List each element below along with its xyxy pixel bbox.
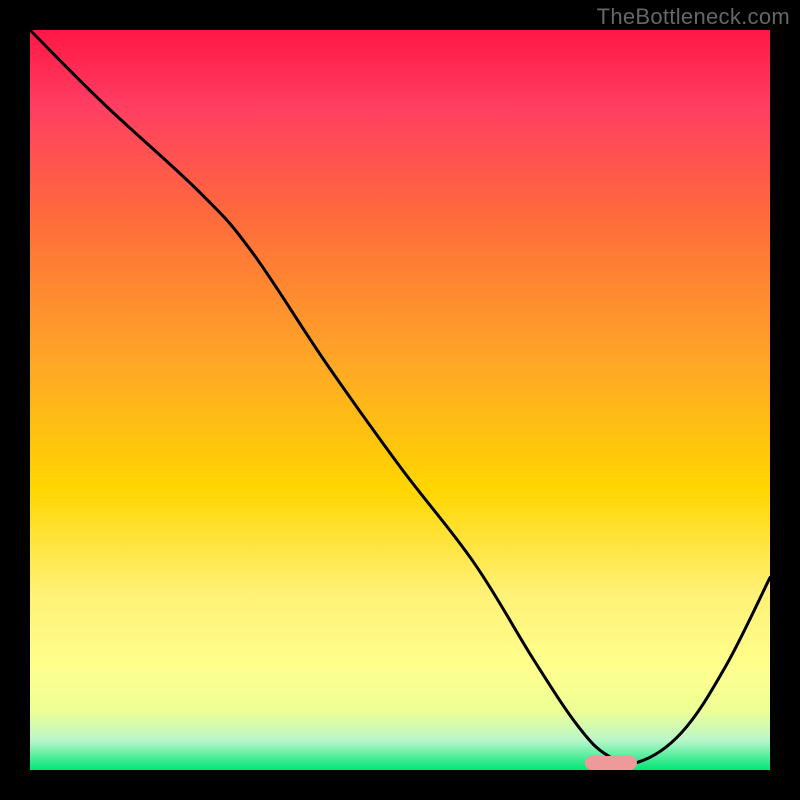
chart-container: TheBottleneck.com (0, 0, 800, 800)
plot-area (30, 30, 770, 770)
bottleneck-curve (30, 30, 770, 770)
optimal-marker (585, 756, 637, 770)
watermark-text: TheBottleneck.com (597, 4, 790, 30)
